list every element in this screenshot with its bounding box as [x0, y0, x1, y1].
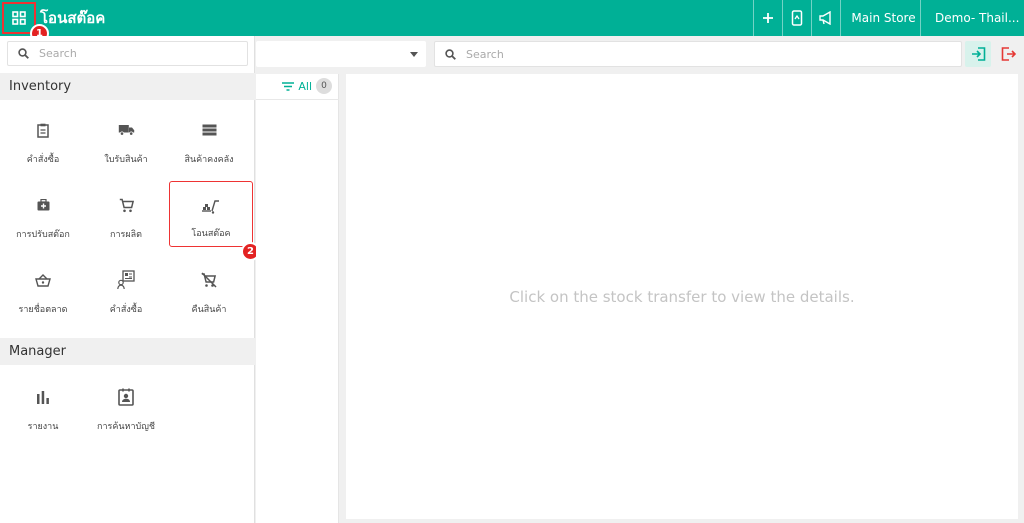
import-button[interactable] — [965, 41, 991, 67]
tile-stock-adjustment[interactable]: การปรับสต๊อก — [3, 193, 83, 253]
count-badge: 0 — [316, 78, 332, 94]
grid-icon — [12, 11, 26, 25]
mobile-sync-button[interactable] — [782, 0, 811, 36]
filter-icon — [282, 81, 295, 91]
filter-label: All — [298, 79, 312, 93]
tile-reports[interactable]: รายงาน — [3, 385, 83, 445]
medkit-icon — [37, 199, 49, 211]
announcement-button[interactable] — [811, 0, 840, 36]
page-title: โอนสต๊อค — [40, 9, 106, 27]
empty-state-message: Click on the stock transfer to view the … — [509, 287, 855, 306]
plus-icon — [763, 13, 773, 23]
tile-label: รายชื่อตลาด — [18, 305, 68, 315]
truck-icon — [118, 125, 134, 136]
add-button[interactable] — [753, 0, 782, 36]
clipboard-icon — [37, 123, 49, 138]
store-selector[interactable]: Main Store — [840, 0, 920, 36]
transfer-icon — [202, 199, 219, 214]
filter-button[interactable]: All 0 — [282, 78, 332, 94]
user-label: Demo- Thail... — [935, 11, 1020, 25]
section-manager: Manager — [0, 338, 255, 365]
tile-production[interactable]: การผลิต — [86, 193, 166, 253]
mobile-icon — [791, 10, 803, 26]
search-icon — [445, 48, 456, 60]
tile-label: คำสั่งซื้อ — [26, 155, 60, 165]
caret-down-icon — [410, 52, 418, 57]
cart-icon — [119, 198, 134, 212]
tile-stock-transfer[interactable]: โอนสต๊อค — [169, 181, 253, 247]
tile-inventory[interactable]: สินค้าคงคลัง — [169, 118, 249, 178]
main-search-input[interactable]: Search — [434, 41, 962, 67]
basket-icon — [35, 273, 51, 287]
sidebar-search-input[interactable]: Search — [7, 41, 248, 66]
tile-goods-receipt[interactable]: ใบรับสินค้า — [86, 118, 166, 178]
tile-purchase-order-2[interactable]: คำสั่งซื้อ — [86, 268, 166, 328]
sidebar-search-placeholder: Search — [39, 47, 77, 60]
export-button[interactable] — [995, 41, 1021, 67]
account-card-icon — [118, 388, 134, 406]
logout-icon — [1001, 47, 1016, 61]
cart-off-icon — [201, 272, 217, 288]
store-label: Main Store — [851, 11, 916, 25]
tile-return[interactable]: คืนสินค้า — [169, 268, 249, 328]
user-menu[interactable]: Demo- Thail... — [920, 0, 1024, 36]
tile-label: คำสั่งซื้อ — [109, 305, 143, 315]
app-drawer: Search Inventory คำสั่งซื้อ ใบรับสินค้า … — [0, 36, 260, 523]
contact-card-icon — [117, 270, 135, 290]
tile-market-list[interactable]: รายชื่อตลาด — [3, 268, 83, 328]
top-bar: 1 โอนสต๊อค Main Store Demo- Thail... — [0, 0, 1024, 43]
main-area: Search All 0 Click on the stock transfer… — [256, 36, 1024, 523]
megaphone-icon — [819, 11, 831, 25]
search-icon — [18, 48, 29, 59]
location-dropdown[interactable] — [256, 41, 426, 67]
detail-panel: Click on the stock transfer to view the … — [346, 74, 1018, 519]
tile-label: การค้นหาบัญชี — [97, 422, 155, 432]
divider — [256, 99, 339, 100]
tile-account-search[interactable]: การค้นหาบัญชี — [86, 385, 166, 445]
transfer-list-panel: All 0 — [256, 74, 339, 523]
main-search-placeholder: Search — [466, 47, 504, 61]
tile-label: การปรับสต๊อก — [16, 230, 70, 240]
tile-label: การผลิต — [110, 230, 142, 240]
tile-label: รายงาน — [27, 422, 59, 432]
tile-label: โอนสต๊อค — [191, 229, 231, 239]
tile-label: คืนสินค้า — [191, 305, 227, 315]
bar-chart-icon — [37, 390, 49, 404]
tile-label: ใบรับสินค้า — [104, 155, 148, 165]
tile-label: สินค้าคงคลัง — [184, 155, 234, 165]
login-icon — [971, 47, 985, 61]
stack-icon — [202, 124, 216, 136]
tile-purchase-order[interactable]: คำสั่งซื้อ — [3, 118, 83, 178]
section-inventory: Inventory — [0, 73, 255, 100]
